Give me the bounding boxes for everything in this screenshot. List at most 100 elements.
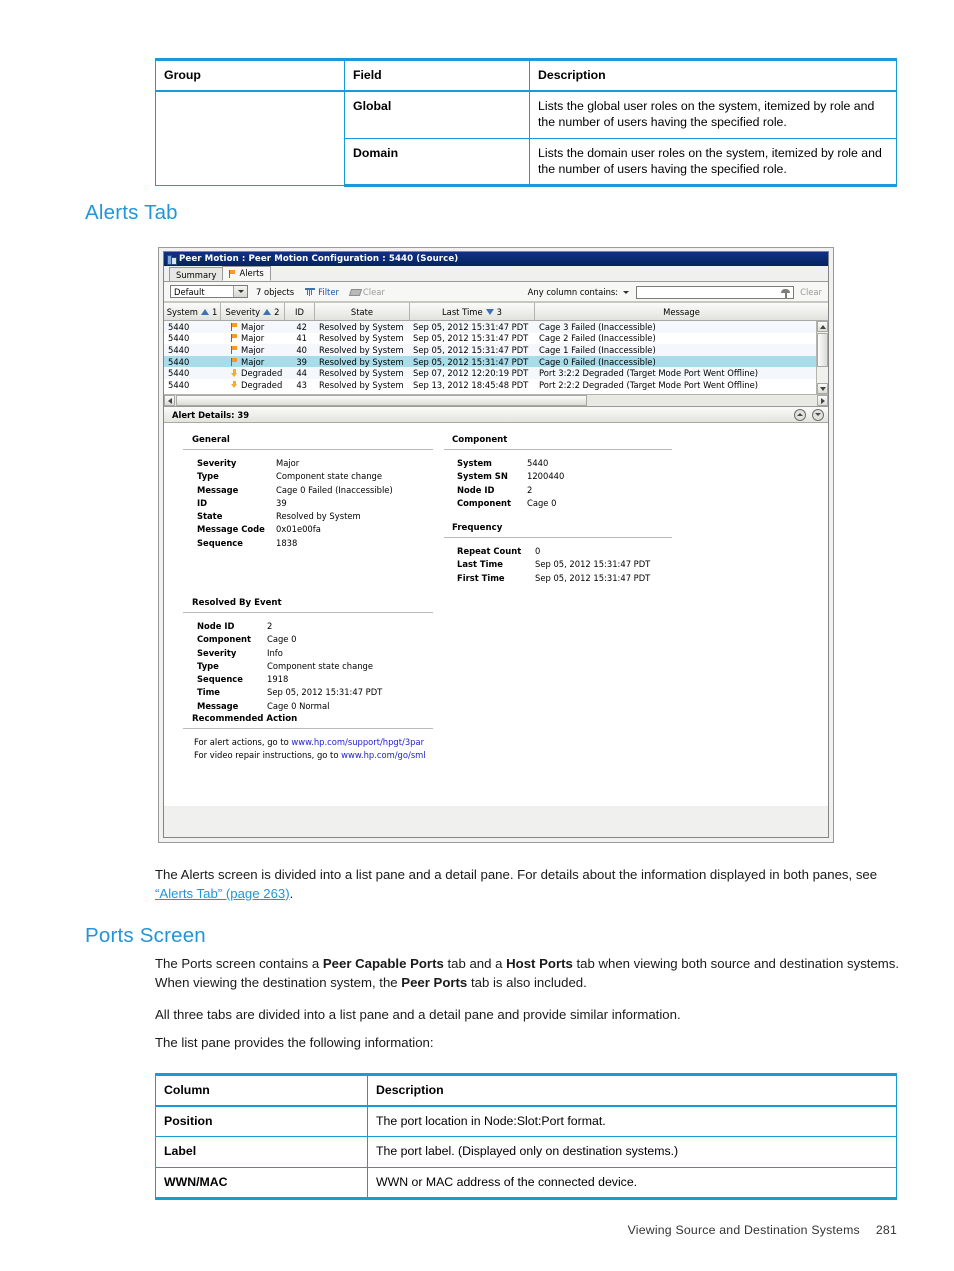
tab-alerts[interactable]: Alerts bbox=[222, 266, 271, 281]
sort-order-1: 1 bbox=[211, 306, 218, 317]
cell-id: 43 bbox=[296, 379, 307, 390]
footer-page-number: 281 bbox=[875, 1223, 897, 1237]
chevron-down-icon[interactable] bbox=[233, 286, 247, 297]
table-row[interactable]: 5440 Major 39 Resolved by System Sep 05, 201… bbox=[164, 355, 828, 368]
flag-icon bbox=[229, 269, 236, 278]
tab-summary[interactable]: Summary bbox=[169, 267, 224, 281]
tab-summary-label: Summary bbox=[176, 269, 217, 280]
search-box[interactable] bbox=[636, 285, 795, 300]
table-row[interactable]: 5440 Degraded 43 Resolved by System Sep 13, … bbox=[164, 379, 828, 391]
tab-alerts-label: Alerts bbox=[239, 268, 264, 278]
horizontal-scroll-thumb[interactable] bbox=[176, 395, 587, 406]
detail-field-row: Severity Major bbox=[197, 457, 393, 470]
cell-last-time: Sep 13, 2012 18:45:48 PDT bbox=[413, 379, 529, 390]
column-header-state-label: State bbox=[350, 306, 374, 317]
section-title-frequency: Frequency bbox=[452, 523, 503, 533]
cell-state: Resolved by System bbox=[319, 333, 404, 344]
heading-alerts-tab: Alerts Tab bbox=[85, 201, 178, 224]
table-row: WWN/MAC WWN or MAC address of the connec… bbox=[155, 1166, 897, 1200]
chevron-down-icon[interactable] bbox=[623, 290, 630, 294]
view-select-value: Default bbox=[174, 286, 205, 297]
recommended-action-line: For video repair instructions, go to www… bbox=[194, 749, 426, 762]
detail-field-value: Resolved by System bbox=[276, 511, 361, 522]
filter-button[interactable]: Filter bbox=[305, 287, 339, 297]
cell-system: 5440 bbox=[168, 368, 190, 379]
cell-group bbox=[155, 90, 345, 187]
detail-field-row: Severity Info bbox=[197, 647, 382, 660]
detail-field-label: Component bbox=[457, 497, 511, 508]
detail-field-row: Type Component state change bbox=[197, 470, 393, 483]
cell-message: Port 3:2:2 Degraded (Target Mode Port We… bbox=[539, 368, 759, 379]
cell-description: Lists the global user roles on the syste… bbox=[529, 90, 897, 139]
section-title-resolved-by-event: Resolved By Event bbox=[192, 598, 282, 608]
search-input[interactable] bbox=[637, 286, 781, 300]
detail-field-row: Sequence 1918 bbox=[197, 673, 382, 686]
detail-field-label: Message Code bbox=[197, 524, 265, 535]
vertical-scrollbar[interactable] bbox=[816, 321, 828, 394]
ports-bold-host-ports: Host Ports bbox=[506, 956, 573, 971]
cell-message: Cage 2 Failed (Inaccessible) bbox=[539, 333, 656, 344]
cell-id: 40 bbox=[296, 344, 307, 355]
detail-field-row: Sequence 1838 bbox=[197, 537, 393, 550]
scroll-right-icon[interactable] bbox=[817, 395, 828, 406]
frequency-fields: Repeat Count 0 Last Time Sep 05, 2012 15:31… bbox=[457, 545, 650, 585]
table-row[interactable]: 5440 Major 41 Resolved by System Sep 05, 201… bbox=[164, 333, 828, 345]
column-header-message[interactable]: Message bbox=[535, 303, 828, 320]
scroll-up-icon[interactable] bbox=[817, 321, 828, 332]
column-header-field: Field bbox=[344, 58, 530, 93]
column-header-severity[interactable]: Severity 2 bbox=[221, 303, 285, 320]
scroll-down-icon[interactable] bbox=[817, 383, 828, 394]
ports-columns-table-wrapper: Column Description Position The port loc… bbox=[155, 1073, 897, 1200]
sort-ascending-icon bbox=[263, 308, 272, 315]
column-header-description: Description bbox=[529, 58, 897, 93]
ports-text-2: tab and a bbox=[443, 956, 507, 971]
cell-state: Resolved by System bbox=[319, 344, 404, 355]
link-alerts-tab-page-263[interactable]: “Alerts Tab” (page 263) bbox=[155, 886, 290, 901]
cell-severity: Major bbox=[221, 333, 285, 343]
table-header-row: Group Field Description bbox=[155, 58, 897, 93]
footer-chapter-title: Viewing Source and Destination Systems bbox=[627, 1223, 860, 1237]
vertical-scroll-thumb[interactable] bbox=[817, 333, 828, 367]
peer-motion-window: Peer Motion : Peer Motion Configuration … bbox=[163, 251, 829, 838]
clear-filter-button[interactable]: Clear bbox=[348, 287, 385, 297]
detail-pane-body: General Severity Major Type Component state… bbox=[164, 423, 828, 806]
column-header-message-label: Message bbox=[663, 306, 700, 317]
recommended-action-link[interactable]: www.hp.com/go/sml bbox=[341, 750, 426, 760]
detail-pane-title: Alert Details: 39 bbox=[172, 409, 250, 420]
column-header-id[interactable]: ID bbox=[285, 303, 315, 320]
window-title: Peer Motion : Peer Motion Configuration … bbox=[179, 254, 459, 264]
view-select[interactable]: Default bbox=[170, 285, 248, 298]
collapse-icon[interactable] bbox=[794, 408, 806, 421]
filter-icon bbox=[305, 287, 316, 296]
column-header-system-label: System bbox=[166, 306, 198, 317]
severity-degraded-icon bbox=[231, 380, 238, 389]
column-header-system[interactable]: System 1 bbox=[164, 303, 221, 320]
detail-field-row: First Time Sep 05, 2012 15:31:47 PDT bbox=[457, 572, 650, 585]
severity-major-icon bbox=[231, 322, 238, 331]
table-row[interactable]: 5440 Major 42 Resolved by System Sep 05, 201… bbox=[164, 321, 828, 333]
cell-id: 41 bbox=[296, 333, 307, 344]
cell-field: Global bbox=[344, 90, 530, 139]
cell-description-wwnmac: WWN or MAC address of the connected devi… bbox=[367, 1166, 897, 1200]
detail-field-value: Major bbox=[276, 458, 300, 468]
paragraph-alerts-text: The Alerts screen is divided into a list… bbox=[155, 867, 878, 882]
cell-last-time: Sep 05, 2012 15:31:47 PDT bbox=[413, 333, 529, 344]
column-header-severity-label: Severity bbox=[225, 306, 261, 317]
cell-description-label: The port label. (Displayed only on desti… bbox=[367, 1136, 897, 1168]
detail-field-value: Info bbox=[267, 647, 283, 658]
table-row[interactable]: 5440 Major 40 Resolved by System Sep 05, 201… bbox=[164, 344, 828, 356]
clear-search-button[interactable]: Clear bbox=[800, 287, 822, 297]
page-footer: Viewing Source and Destination Systems 28… bbox=[628, 1223, 897, 1237]
cell-severity: Degraded bbox=[221, 380, 285, 390]
detail-field-value: Cage 0 bbox=[527, 497, 557, 508]
detail-field-label: Node ID bbox=[197, 621, 235, 631]
column-header-state[interactable]: State bbox=[315, 303, 410, 320]
column-header-last-time[interactable]: Last Time 3 bbox=[410, 303, 535, 320]
search-icon[interactable] bbox=[781, 288, 791, 298]
expand-icon[interactable] bbox=[812, 408, 824, 421]
table-row[interactable]: 5440 Degraded 44 Resolved by System Sep 07, … bbox=[164, 367, 828, 379]
horizontal-scrollbar[interactable] bbox=[164, 394, 828, 407]
recommended-action-link[interactable]: www.hp.com/support/hpgt/3par bbox=[291, 737, 424, 747]
recommended-action-line: For alert actions, go to www.hp.com/supp… bbox=[194, 736, 426, 749]
scroll-left-icon[interactable] bbox=[164, 395, 175, 406]
